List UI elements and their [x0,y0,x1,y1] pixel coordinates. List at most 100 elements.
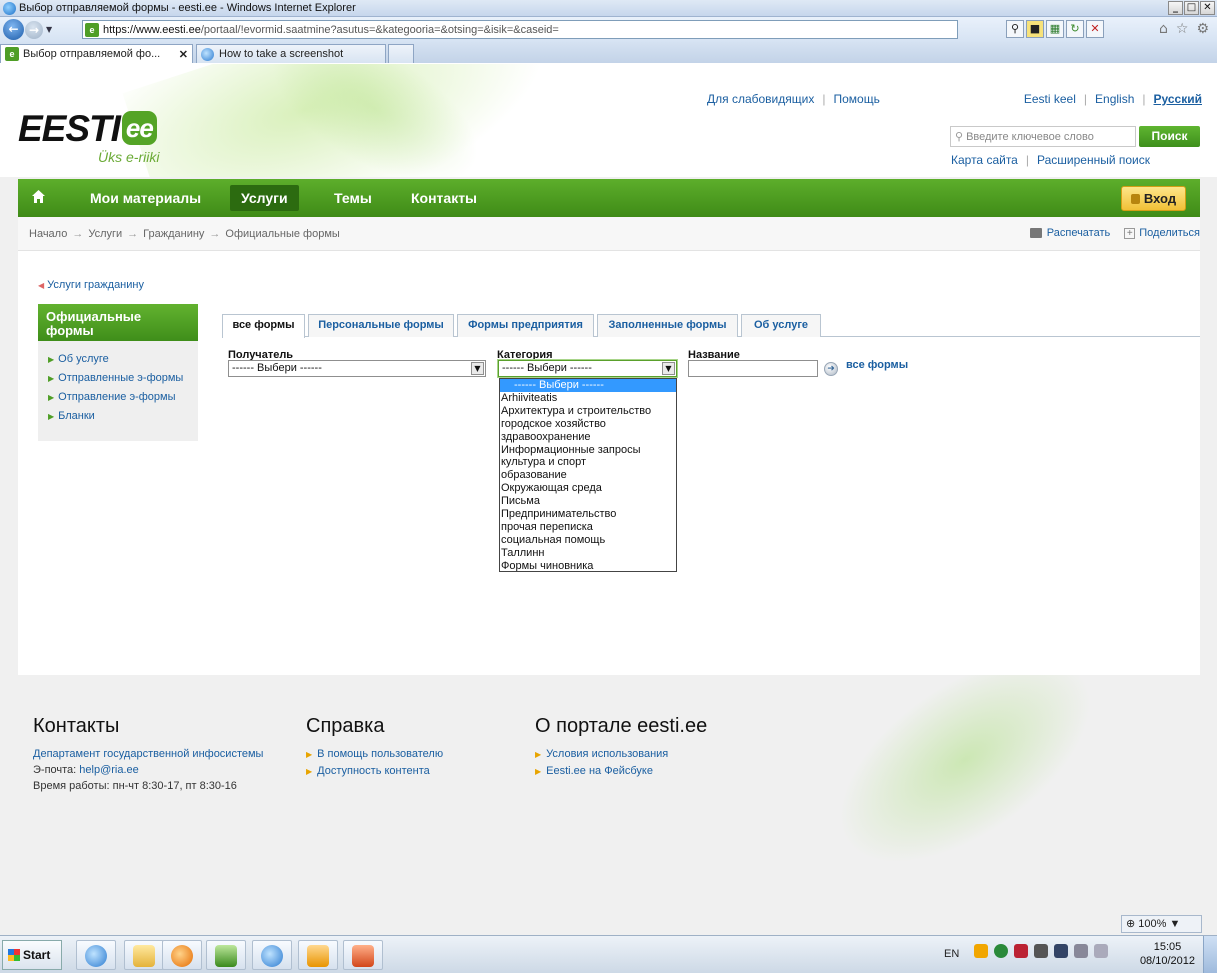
advanced-search-link[interactable]: Расширенный поиск [1037,153,1150,167]
zoom-control[interactable]: ⊕ 100% ▼ [1121,915,1202,933]
forward-button[interactable]: → [25,20,43,39]
category-select[interactable]: ------ Выбери ------ ▼ [497,359,678,378]
breadcrumb-services[interactable]: Услуги [88,228,122,240]
tray-volume-icon[interactable] [1094,944,1108,958]
taskbar-outlook-icon[interactable] [298,940,338,970]
bullet-arrow-icon: ▶ [48,393,55,402]
footer-facebook-link[interactable]: ▶ Eesti.ee на Фейсбуке [535,763,707,780]
dropdown-option[interactable]: социальная помощь [500,534,676,547]
tab-close-icon[interactable]: ✕ [179,48,188,61]
dropdown-option[interactable]: Предпринимательство [500,508,676,521]
dropdown-option[interactable]: Таллинн [500,547,676,560]
share-link[interactable]: Поделиться [1139,227,1200,239]
lang-estonian[interactable]: Eesti keel [1024,92,1076,106]
footer-org-link[interactable]: Департамент государственной инфосистемы [33,746,263,762]
browser-tab-active[interactable]: e Выбор отправляемой фо... ✕ [0,44,193,63]
system-clock[interactable]: 15:05 08/10/2012 [1140,940,1195,968]
name-input[interactable] [688,360,818,377]
tab-filled-forms[interactable]: Заполненные формы [597,314,738,337]
dropdown-option[interactable]: ------ Выбери ------ [500,379,676,392]
taskbar-project-icon[interactable] [206,940,246,970]
sidebar-item-sent-forms[interactable]: ▶ Отправленные э-формы [48,369,198,388]
windows-flag-icon [8,949,20,961]
tray-display-icon[interactable] [1054,944,1068,958]
tray-network-icon[interactable] [1034,944,1048,958]
start-button[interactable]: Start [2,940,62,970]
dropdown-option[interactable]: Arhiiviteatis [500,392,676,405]
tray-office-icon[interactable] [974,944,988,958]
lang-english[interactable]: English [1095,92,1134,106]
footer-email-link[interactable]: help@ria.ee [79,764,138,776]
language-indicator[interactable]: EN [944,948,959,960]
tab-about-service[interactable]: Об услуге [741,314,821,337]
help-link[interactable]: Помощь [833,92,879,106]
taskbar-powerpoint-icon[interactable] [343,940,383,970]
back-to-services-link[interactable]: ◀ Услуги гражданину [38,279,144,291]
sidebar-item-blanks[interactable]: ▶ Бланки [48,407,198,426]
new-tab-button[interactable] [388,44,414,63]
taskbar-explorer-icon[interactable] [124,940,164,970]
footer-user-help-link[interactable]: ▶ В помощь пользователю [306,746,443,763]
breadcrumb-citizen[interactable]: Гражданину [143,228,204,240]
address-row: ← → ▼ e https://www.eesti.ee/portaal/!ev… [0,17,1217,42]
dropdown-option[interactable]: Архитектура и строительство [500,405,676,418]
dropdown-option[interactable]: Окружающая среда [500,482,676,495]
back-button[interactable]: ← [3,19,24,40]
close-button[interactable]: ✕ [1200,1,1215,15]
dropdown-option[interactable]: культура и спорт [500,456,676,469]
taskbar-ie-icon[interactable] [76,940,116,970]
nav-topics[interactable]: Темы [334,179,372,217]
history-dropdown-icon[interactable]: ▼ [46,25,52,34]
browser-tab-screenshot[interactable]: How to take a screenshot [196,44,386,63]
tray-device-icon[interactable] [1074,944,1088,958]
tab-all-forms[interactable]: все формы [222,314,305,338]
taskbar-ie-window-icon[interactable] [252,940,292,970]
footer-terms-link[interactable]: ▶ Условия использования [535,746,707,763]
search-dropdown-icon[interactable]: ⚲ [1006,20,1024,38]
nav-contacts[interactable]: Контакты [411,179,477,217]
stop-icon[interactable]: ✕ [1086,20,1104,38]
search-go-icon[interactable]: ➜ [824,362,838,376]
maximize-button[interactable]: □ [1184,1,1199,15]
sidebar-item-send-form[interactable]: ▶ Отправление э-формы [48,388,198,407]
home-icon[interactable] [31,189,46,204]
recipient-select[interactable]: ------ Выбери ------ ▼ [228,360,486,377]
address-url: https://www.eesti.ee/portaal/!evormid.sa… [103,23,559,36]
tab-personal-forms[interactable]: Персональные формы [308,314,454,337]
all-forms-link[interactable]: все формы [846,359,908,371]
nav-services[interactable]: Услуги [230,185,299,211]
eesti-logo[interactable]: EESTI ee Üks e-riiki [18,109,159,166]
low-vision-link[interactable]: Для слабовидящих [707,92,814,106]
lock-icon[interactable]: ■ [1026,20,1044,38]
dropdown-option[interactable]: Информационные запросы [500,444,676,457]
address-bar[interactable]: e https://www.eesti.ee/portaal/!evormid.… [82,20,958,39]
dropdown-option[interactable]: здравоохранение [500,431,676,444]
breadcrumb-home[interactable]: Начало [29,228,67,240]
tab-enterprise-forms[interactable]: Формы предприятия [457,314,594,337]
tray-antivirus-icon[interactable] [1014,944,1028,958]
lang-russian[interactable]: Русский [1154,92,1203,106]
compatibility-view-icon[interactable]: ▦ [1046,20,1064,38]
tray-security-icon[interactable] [994,944,1008,958]
nav-my-materials[interactable]: Мои материалы [90,179,201,217]
refresh-icon[interactable]: ↻ [1066,20,1084,38]
minimize-button[interactable]: _ [1168,1,1183,15]
back-arrow-icon: ◀ [38,281,45,290]
favorites-star-icon[interactable]: ☆ [1176,21,1189,37]
sidebar-item-about[interactable]: ▶ Об услуге [48,350,198,369]
dropdown-option[interactable]: прочая переписка [500,521,676,534]
login-button[interactable]: Вход [1121,186,1186,211]
show-desktop-button[interactable] [1203,936,1217,973]
sitemap-link[interactable]: Карта сайта [951,153,1018,167]
home-icon[interactable]: ⌂ [1159,21,1168,37]
dropdown-option[interactable]: образование [500,469,676,482]
dropdown-option[interactable]: Письма [500,495,676,508]
footer-accessibility-link[interactable]: ▶ Доступность контента [306,763,443,780]
search-button[interactable]: Поиск [1139,126,1200,147]
dropdown-option[interactable]: Формы чиновника [500,560,676,571]
search-input[interactable]: ⚲ Введите ключевое слово [950,126,1136,147]
dropdown-option[interactable]: городское хозяйство [500,418,676,431]
gear-icon[interactable]: ⚙ [1196,21,1209,37]
print-link[interactable]: Распечатать [1047,227,1110,239]
taskbar-media-player-icon[interactable] [162,940,202,970]
